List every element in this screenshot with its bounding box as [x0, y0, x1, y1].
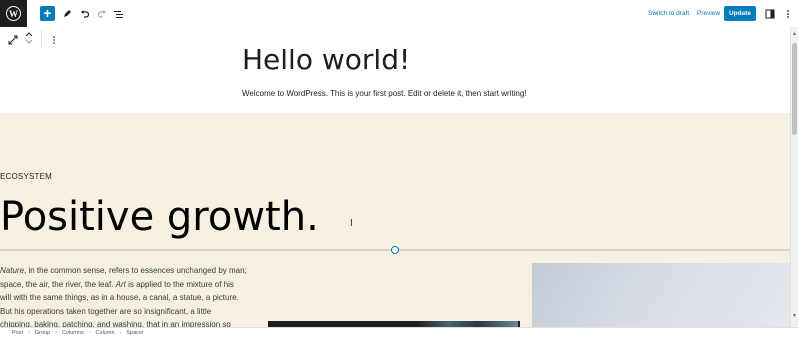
chevron-right-icon: ›: [88, 329, 91, 336]
chevron-right-icon: ›: [119, 329, 122, 336]
options-button[interactable]: [780, 5, 795, 22]
breadcrumb-column[interactable]: Column: [96, 330, 115, 336]
scroll-down-arrow-icon[interactable]: ▼: [792, 313, 797, 319]
settings-button[interactable]: [762, 5, 777, 22]
fullscreen-arrows-icon: [8, 35, 17, 44]
sky-image-block[interactable]: [532, 263, 790, 327]
post-intro-paragraph[interactable]: Welcome to WordPress. This is your first…: [242, 89, 527, 98]
wordpress-logo-icon: W: [6, 6, 21, 21]
list-view-icon: [113, 10, 123, 18]
paragraph-line: will with the same things, as in a house…: [0, 293, 239, 302]
scrollbar-thumb[interactable]: [792, 43, 797, 135]
text-cursor-icon: I: [350, 218, 353, 229]
plus-icon: +: [43, 5, 52, 21]
emphasis-nature: Nature: [0, 266, 25, 275]
chevron-right-icon: ›: [55, 329, 57, 336]
toolbar-divider: [41, 30, 42, 46]
block-breadcrumb: Post › Group › Columns › Column › Spacer: [0, 327, 798, 337]
update-button[interactable]: Update: [724, 6, 756, 21]
undo-button[interactable]: [77, 5, 92, 22]
tools-button[interactable]: [59, 5, 74, 22]
select-parent-button[interactable]: [5, 31, 20, 48]
more-vertical-icon: [786, 9, 789, 18]
switch-to-draft-button[interactable]: Switch to draft: [648, 5, 689, 22]
spacer-resize-handle[interactable]: [391, 246, 399, 254]
post-title[interactable]: Hello world!: [242, 49, 410, 76]
redo-icon: [97, 9, 106, 18]
breadcrumb-group[interactable]: Group: [35, 330, 50, 336]
block-options-button[interactable]: [46, 31, 61, 48]
body-paragraph[interactable]: Nature, in the common sense, refers to e…: [0, 264, 260, 327]
undo-icon: [80, 9, 89, 18]
wordpress-logo-button[interactable]: W: [0, 0, 27, 27]
scroll-up-arrow-icon[interactable]: ▲: [792, 31, 797, 37]
group-block[interactable]: ECOSYSTEM Positive growth. I Nature, in …: [0, 113, 790, 327]
sidebar-settings-icon: [765, 9, 774, 18]
redo-button[interactable]: [94, 5, 109, 22]
vertical-scrollbar[interactable]: ▲ ▼: [790, 27, 798, 327]
paragraph-line: But his operations taken together are so…: [0, 306, 212, 316]
paragraph-line: chipping, baking, patching, and washing,…: [0, 320, 231, 327]
editor-top-toolbar: W + Switch to draft Preview Update: [0, 0, 798, 28]
breadcrumb-columns[interactable]: Columns: [62, 330, 84, 336]
preview-button[interactable]: Preview: [697, 5, 720, 22]
eyebrow-heading[interactable]: ECOSYSTEM: [0, 172, 52, 181]
paragraph-line: space, the air, the river, the leaf. Art…: [0, 279, 234, 289]
emphasis-art: Art: [115, 279, 126, 289]
paragraph-line: Nature, in the common sense, refers to e…: [0, 266, 247, 275]
more-vertical-icon: [52, 35, 55, 44]
up-down-chevron-icon: [25, 32, 32, 44]
move-block-button[interactable]: [21, 29, 36, 47]
block-toolbar: [0, 27, 790, 50]
pencil-icon: [63, 9, 71, 17]
breadcrumb-spacer[interactable]: Spacer: [126, 330, 143, 336]
list-view-button[interactable]: [111, 5, 126, 22]
editor-canvas: Hello world! Welcome to WordPress. This …: [0, 49, 790, 327]
chevron-right-icon: ›: [28, 329, 30, 336]
section-heading[interactable]: Positive growth.: [0, 194, 319, 240]
add-block-button[interactable]: +: [40, 6, 55, 21]
breadcrumb-post[interactable]: Post: [12, 330, 23, 336]
